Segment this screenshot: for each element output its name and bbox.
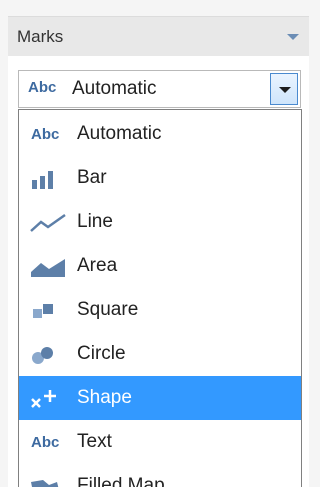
- abc-icon: Abc: [31, 434, 60, 451]
- abc-icon: Abc: [28, 79, 57, 96]
- option-automatic[interactable]: Abc Automatic: [19, 112, 301, 156]
- option-label: Filled Map: [77, 475, 165, 487]
- option-label: Bar: [77, 167, 107, 188]
- square-icon: [29, 300, 69, 322]
- filled-map-icon: [29, 476, 69, 487]
- circle-icon: [29, 344, 69, 366]
- chevron-down-icon[interactable]: [287, 34, 299, 40]
- option-square[interactable]: Square: [19, 288, 301, 332]
- option-filled-map[interactable]: Filled Map: [19, 464, 301, 487]
- mark-type-options-list: Abc Automatic Bar Line Area Square Circl…: [18, 109, 302, 487]
- option-label: Square: [77, 299, 139, 320]
- top-strip: [0, 0, 309, 16]
- dropdown-arrow-icon: [279, 87, 291, 93]
- line-chart-icon: [29, 212, 69, 234]
- area-chart-icon: [29, 256, 69, 278]
- option-area[interactable]: Area: [19, 244, 301, 288]
- option-text[interactable]: Abc Text: [19, 420, 301, 464]
- option-label: Line: [77, 211, 113, 232]
- mark-type-selected-value: Automatic: [72, 78, 157, 99]
- marks-card-title: Marks: [17, 27, 64, 46]
- option-bar[interactable]: Bar: [19, 156, 301, 200]
- dropdown-toggle-button[interactable]: [270, 73, 298, 105]
- option-circle[interactable]: Circle: [19, 332, 301, 376]
- shape-icon: [29, 388, 69, 410]
- option-label: Area: [77, 255, 118, 276]
- mark-type-dropdown[interactable]: Abc Automatic: [18, 70, 301, 108]
- option-label: Shape: [77, 387, 132, 408]
- option-label: Circle: [77, 343, 126, 364]
- option-line[interactable]: Line: [19, 200, 301, 244]
- bar-chart-icon: [29, 168, 69, 190]
- abc-icon: Abc: [31, 126, 60, 143]
- option-label: Text: [77, 431, 112, 452]
- option-shape[interactable]: Shape: [19, 376, 301, 420]
- option-label: Automatic: [77, 123, 162, 144]
- marks-card-header[interactable]: Marks: [8, 16, 309, 56]
